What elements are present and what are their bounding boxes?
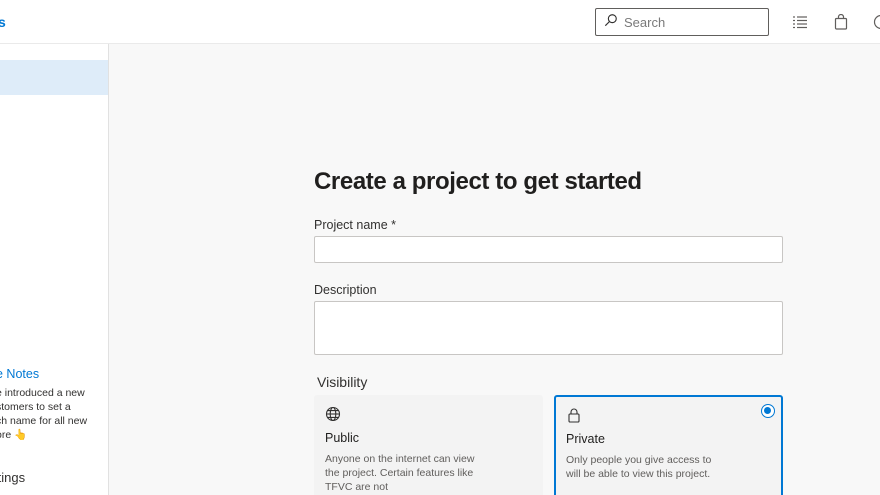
option-title: Private (566, 432, 605, 446)
visibility-option-private[interactable]: Private Only people you give access to w… (554, 395, 783, 495)
radio-selected[interactable] (761, 404, 775, 418)
brand-text[interactable]: s (0, 14, 6, 30)
globe-icon (325, 406, 341, 422)
release-notes-line: ore 👆 (0, 429, 28, 441)
settings-link[interactable]: ttings (0, 470, 25, 485)
search-input[interactable] (624, 14, 764, 30)
page-title: Create a project to get started (314, 168, 642, 195)
release-notes-line: ch name for all new (0, 415, 88, 427)
task-list-icon[interactable] (792, 14, 808, 30)
visibility-option-public[interactable]: Public Anyone on the internet can view t… (314, 395, 543, 495)
option-description: Only people you give access to will be a… (566, 454, 712, 480)
sidebar: e Notes e introduced a new stomers to se… (0, 44, 109, 495)
visibility-label: Visibility (317, 374, 368, 390)
release-notes-body: e introduced a new stomers to set a ch n… (0, 386, 108, 442)
release-notes-line: stomers to set a (0, 401, 71, 413)
main-content: Create a project to get started Project … (109, 44, 880, 495)
option-description: Anyone on the internet can view the proj… (325, 453, 475, 493)
release-notes-title[interactable]: e Notes (0, 367, 39, 381)
lock-icon (566, 407, 582, 423)
search-icon (604, 13, 618, 32)
project-name-input[interactable] (314, 236, 783, 263)
project-name-label: Project name * (314, 218, 396, 232)
sidebar-selected-item[interactable] (0, 60, 108, 95)
top-bar: s (0, 0, 880, 44)
shopping-bag-icon[interactable] (833, 13, 849, 30)
option-title: Public (325, 431, 360, 445)
release-notes-line: e introduced a new (0, 387, 85, 399)
search-box[interactable] (595, 8, 769, 36)
help-icon[interactable] (873, 14, 880, 30)
description-textarea[interactable] (314, 301, 783, 355)
description-label: Description (314, 283, 377, 297)
